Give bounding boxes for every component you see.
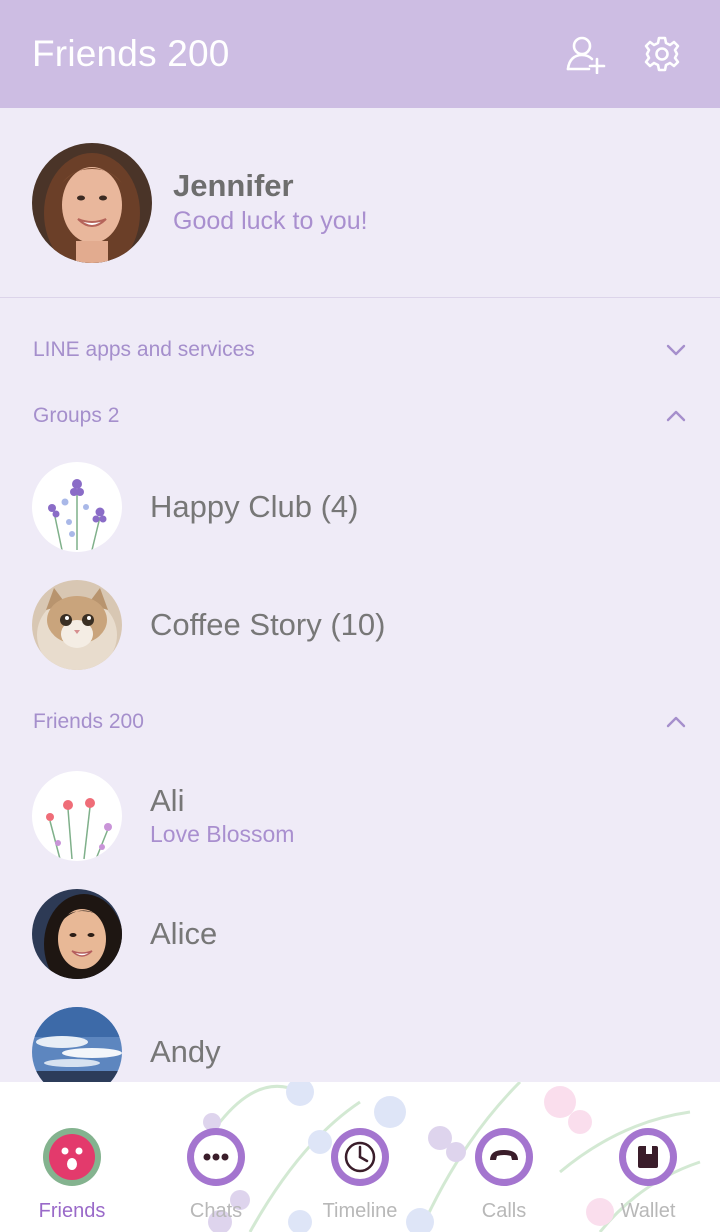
add-friend-button[interactable]: [560, 28, 612, 80]
avatar: [32, 771, 122, 861]
profile-name: Jennifer: [173, 167, 294, 203]
group-name: Coffee Story (10): [150, 607, 386, 642]
gear-icon: [644, 36, 680, 72]
friends-face-icon: [43, 1128, 101, 1186]
section-groups[interactable]: Groups 2: [0, 386, 720, 446]
section-label: Groups 2: [33, 404, 120, 427]
friend-name: Andy: [150, 1034, 221, 1069]
chevron-up-icon: [664, 710, 688, 734]
chat-dots-icon: [187, 1128, 245, 1186]
phone-icon: [475, 1128, 533, 1186]
tab-label: Friends: [38, 1200, 106, 1222]
page-title: Friends 200: [32, 33, 230, 74]
friend-name: Ali: [150, 783, 185, 818]
settings-button[interactable]: [636, 28, 688, 80]
tab-label: Chats: [189, 1200, 243, 1222]
chevron-up-icon: [664, 404, 688, 428]
group-row[interactable]: Coffee Story (10): [0, 566, 720, 684]
friend-row[interactable]: Alice: [0, 875, 720, 993]
my-profile[interactable]: Jennifer Good luck to you!: [0, 108, 720, 298]
section-line-apps[interactable]: LINE apps and services: [0, 320, 720, 380]
section-label: LINE apps and services: [33, 338, 255, 361]
top-bar: Friends 200: [0, 0, 720, 108]
section-friends[interactable]: Friends 200: [0, 692, 720, 752]
group-row[interactable]: Happy Club (4): [0, 448, 720, 566]
wallet-icon: [619, 1128, 677, 1186]
friend-row[interactable]: Ali Love Blossom: [0, 757, 720, 875]
profile-status-message: Good luck to you!: [173, 206, 368, 235]
bottom-tab-bar: Friends Chats Timeline Calls Wallet: [0, 1082, 720, 1232]
group-name: Happy Club (4): [150, 489, 359, 524]
section-label: Friends 200: [33, 710, 144, 733]
tab-chats[interactable]: Chats: [144, 1082, 288, 1232]
avatar: [32, 889, 122, 979]
tab-timeline[interactable]: Timeline: [288, 1082, 432, 1232]
avatar: [32, 462, 122, 552]
tab-label: Timeline: [322, 1200, 398, 1222]
tab-label: Wallet: [620, 1200, 676, 1222]
friend-name: Alice: [150, 916, 218, 951]
friend-status-message: Love Blossom: [150, 821, 295, 847]
tab-calls[interactable]: Calls: [432, 1082, 576, 1232]
avatar: [32, 580, 122, 670]
clock-icon: [331, 1128, 389, 1186]
avatar: [32, 142, 152, 263]
tab-friends[interactable]: Friends: [0, 1082, 144, 1232]
tab-label: Calls: [481, 1200, 527, 1222]
chevron-down-icon: [664, 338, 688, 362]
tab-wallet[interactable]: Wallet: [576, 1082, 720, 1232]
add-friend-icon: [566, 36, 606, 74]
